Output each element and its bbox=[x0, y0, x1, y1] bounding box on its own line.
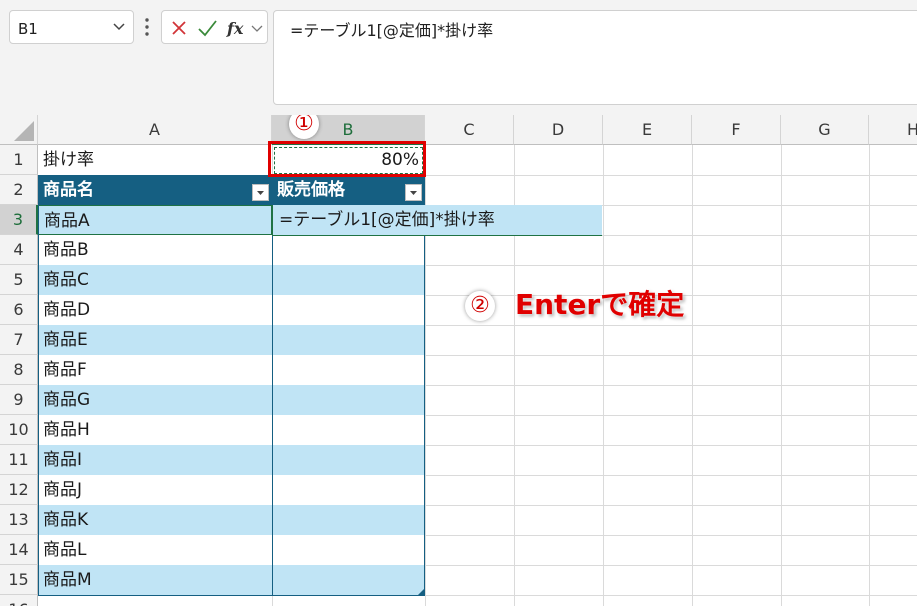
row-header-1[interactable]: 1 bbox=[0, 145, 38, 175]
formula-bar-area: B1 fx =テーブル1[@定価]*掛け率 bbox=[0, 0, 917, 115]
row-header-12[interactable]: 12 bbox=[0, 475, 38, 505]
table-row[interactable]: 商品E bbox=[38, 325, 272, 355]
row-header-14[interactable]: 14 bbox=[0, 535, 38, 565]
spreadsheet-grid[interactable]: A B C D E F G H 1 2 3 4 5 6 7 8 9 10 11 … bbox=[0, 115, 917, 606]
row-header-15[interactable]: 15 bbox=[0, 565, 38, 595]
step-2-marker: ② bbox=[465, 291, 495, 321]
table-row[interactable]: 商品J bbox=[38, 475, 272, 505]
row-header-10[interactable]: 10 bbox=[0, 415, 38, 445]
row-header-6[interactable]: 6 bbox=[0, 295, 38, 325]
row-header-11[interactable]: 11 bbox=[0, 445, 38, 475]
table-cell[interactable] bbox=[272, 505, 425, 535]
table-row[interactable]: 商品A bbox=[38, 205, 272, 235]
gridline bbox=[603, 145, 604, 606]
chevron-down-icon[interactable] bbox=[111, 18, 127, 34]
column-header-f[interactable]: F bbox=[692, 115, 781, 145]
formula-text: =テーブル1[@定価]*掛け率 bbox=[290, 21, 494, 40]
table-cell[interactable] bbox=[272, 565, 425, 595]
table-row[interactable]: 商品G bbox=[38, 385, 272, 415]
row-header-2[interactable]: 2 bbox=[0, 175, 38, 205]
row-header-8[interactable]: 8 bbox=[0, 355, 38, 385]
table-cell[interactable] bbox=[272, 265, 425, 295]
table-border bbox=[424, 205, 425, 596]
table-cell[interactable] bbox=[272, 295, 425, 325]
cell-editor-b3[interactable]: =テーブル1[@定価]*掛け率 bbox=[272, 205, 602, 236]
table-border bbox=[272, 205, 273, 596]
table-row[interactable]: 商品F bbox=[38, 355, 272, 385]
svg-text:fx: fx bbox=[226, 19, 244, 38]
table-cell[interactable] bbox=[272, 415, 425, 445]
column-header-h[interactable]: H bbox=[869, 115, 917, 145]
table-row[interactable]: 商品B bbox=[38, 235, 272, 265]
table-cell[interactable] bbox=[272, 475, 425, 505]
table-row[interactable]: 商品L bbox=[38, 535, 272, 565]
table-cell[interactable] bbox=[272, 535, 425, 565]
gridline bbox=[869, 145, 870, 606]
column-header-g[interactable]: G bbox=[781, 115, 869, 145]
name-box-value: B1 bbox=[18, 20, 38, 38]
row-header-9[interactable]: 9 bbox=[0, 385, 38, 415]
row-header-4[interactable]: 4 bbox=[0, 235, 38, 265]
fx-icon[interactable]: fx bbox=[225, 17, 251, 39]
row-header-7[interactable]: 7 bbox=[0, 325, 38, 355]
filter-dropdown-icon[interactable] bbox=[252, 184, 269, 201]
table-border bbox=[38, 205, 39, 596]
select-all-button[interactable] bbox=[0, 115, 38, 145]
table-cell[interactable] bbox=[272, 325, 425, 355]
filter-dropdown-icon[interactable] bbox=[405, 184, 422, 201]
step-2-instruction: Enterで確定 bbox=[515, 288, 685, 321]
cell-a1[interactable]: 掛け率 bbox=[38, 145, 272, 175]
table-cell[interactable] bbox=[272, 355, 425, 385]
table-row[interactable]: 商品D bbox=[38, 295, 272, 325]
check-icon[interactable] bbox=[196, 17, 218, 39]
table-row[interactable]: 商品K bbox=[38, 505, 272, 535]
row-header-16[interactable]: 16 bbox=[0, 595, 38, 606]
table-resize-handle-icon[interactable] bbox=[418, 589, 424, 595]
table-row[interactable]: 商品I bbox=[38, 445, 272, 475]
select-all-triangle-icon bbox=[14, 121, 34, 141]
table-row[interactable]: 商品M bbox=[38, 565, 272, 595]
table-row[interactable]: 商品H bbox=[38, 415, 272, 445]
column-header-d[interactable]: D bbox=[514, 115, 603, 145]
table-border bbox=[38, 595, 425, 596]
gridline bbox=[692, 145, 693, 606]
table-cell[interactable] bbox=[272, 235, 425, 265]
row-header-13[interactable]: 13 bbox=[0, 505, 38, 535]
column-header-c[interactable]: C bbox=[425, 115, 514, 145]
name-box[interactable]: B1 bbox=[9, 10, 134, 44]
table-row[interactable]: 商品C bbox=[38, 265, 272, 295]
column-header-a[interactable]: A bbox=[38, 115, 272, 145]
table-cell[interactable] bbox=[272, 445, 425, 475]
column-header-e[interactable]: E bbox=[603, 115, 692, 145]
vertical-dots-icon[interactable] bbox=[140, 16, 154, 38]
x-icon[interactable] bbox=[168, 17, 190, 39]
highlight-box bbox=[268, 141, 426, 177]
gridline bbox=[781, 145, 782, 606]
row-header-5[interactable]: 5 bbox=[0, 265, 38, 295]
table-header-product-name[interactable]: 商品名 bbox=[38, 175, 272, 205]
chevron-down-icon[interactable] bbox=[250, 17, 264, 39]
formula-buttons: fx bbox=[161, 10, 268, 44]
formula-input[interactable]: =テーブル1[@定価]*掛け率 bbox=[273, 10, 917, 105]
row-header-3[interactable]: 3 bbox=[0, 205, 38, 235]
table-cell[interactable] bbox=[272, 385, 425, 415]
table-header-sale-price[interactable]: 販売価格 bbox=[272, 175, 425, 205]
